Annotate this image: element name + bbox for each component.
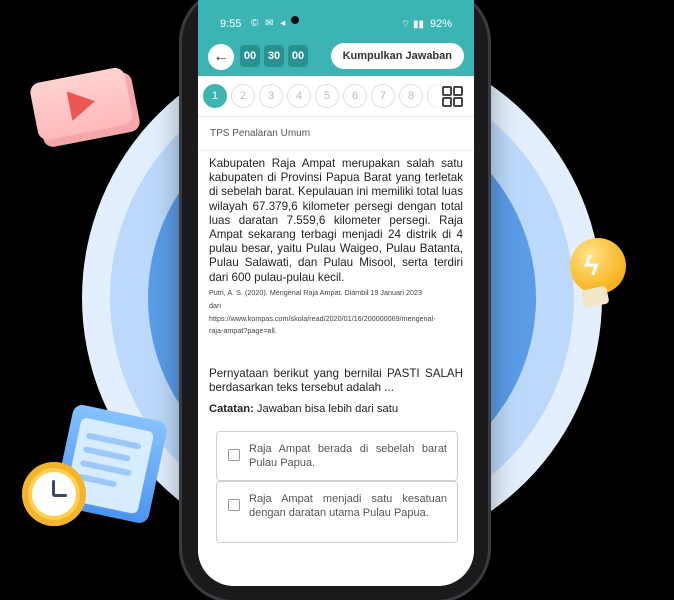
question-navigator: 1 2 3 4 5 6 7 8 [198, 76, 474, 117]
battery-level: 92% [429, 18, 452, 30]
exam-toolbar: ← 00 30 00 Kumpulkan Jawaban [198, 40, 474, 76]
option-text: Raja Ampat menjadi satu kesatuan dengan … [249, 493, 447, 519]
section-title: TPS Penalaran Umum [210, 128, 311, 139]
divider [198, 150, 474, 151]
note: Catatan: Jawaban bisa lebih dari satu [209, 403, 398, 415]
timer-hours: 00 [240, 45, 260, 67]
clock-icon [22, 462, 86, 526]
question-number-5[interactable]: 5 [315, 84, 339, 108]
question-content: TPS Penalaran Umum Kabupaten Raja Ampat … [198, 117, 474, 586]
checkbox[interactable] [228, 449, 240, 461]
option-text: Raja Ampat berada di sebelah barat Pulau… [249, 443, 447, 469]
question-number-1[interactable]: 1 [203, 84, 227, 108]
submit-answers-button[interactable]: Kumpulkan Jawaban [330, 43, 464, 69]
back-button[interactable]: ← [208, 44, 234, 70]
question-number-4[interactable]: 4 [287, 84, 311, 108]
front-camera [291, 16, 299, 24]
timer-minutes: 30 [264, 45, 284, 67]
question-number-6[interactable]: 6 [343, 84, 367, 108]
arrow-left-icon: ← [213, 48, 229, 65]
answer-option-2[interactable]: Raja Ampat menjadi satu kesatuan dengan … [216, 481, 458, 543]
question-number-7[interactable]: 7 [371, 84, 395, 108]
question-text: Pernyataan berikut yang bernilai PASTI S… [209, 367, 463, 395]
checkbox[interactable] [228, 499, 240, 511]
answer-option-1[interactable]: Raja Ampat berada di sebelah barat Pulau… [216, 431, 458, 481]
notification-icons: © ✉ ◂ [251, 18, 288, 29]
countdown-timer: 00 30 00 [240, 45, 308, 67]
question-number-8[interactable]: 8 [399, 84, 423, 108]
source-citation: Putri, A. S. (2020). Mengenal Raja Ampat… [209, 288, 436, 336]
question-number-3[interactable]: 3 [259, 84, 283, 108]
video-play-icon [28, 65, 144, 150]
lightbulb-icon: ϟ [566, 238, 626, 314]
grid-icon[interactable] [438, 82, 466, 110]
reading-passage: Kabupaten Raja Ampat merupakan salah sat… [209, 157, 463, 284]
timer-seconds: 00 [288, 45, 308, 67]
phone-screen: 9:55 © ✉ ◂ ⌔ ▮▮ 92% ← 00 30 00 Kumpulkan… [198, 0, 474, 586]
signal-icon: ⌔ ▮▮ [400, 19, 424, 30]
note-label: Catatan: [209, 403, 254, 415]
question-number-2[interactable]: 2 [231, 84, 255, 108]
status-time: 9:55 [220, 18, 242, 30]
note-text: Jawaban bisa lebih dari satu [256, 403, 399, 415]
